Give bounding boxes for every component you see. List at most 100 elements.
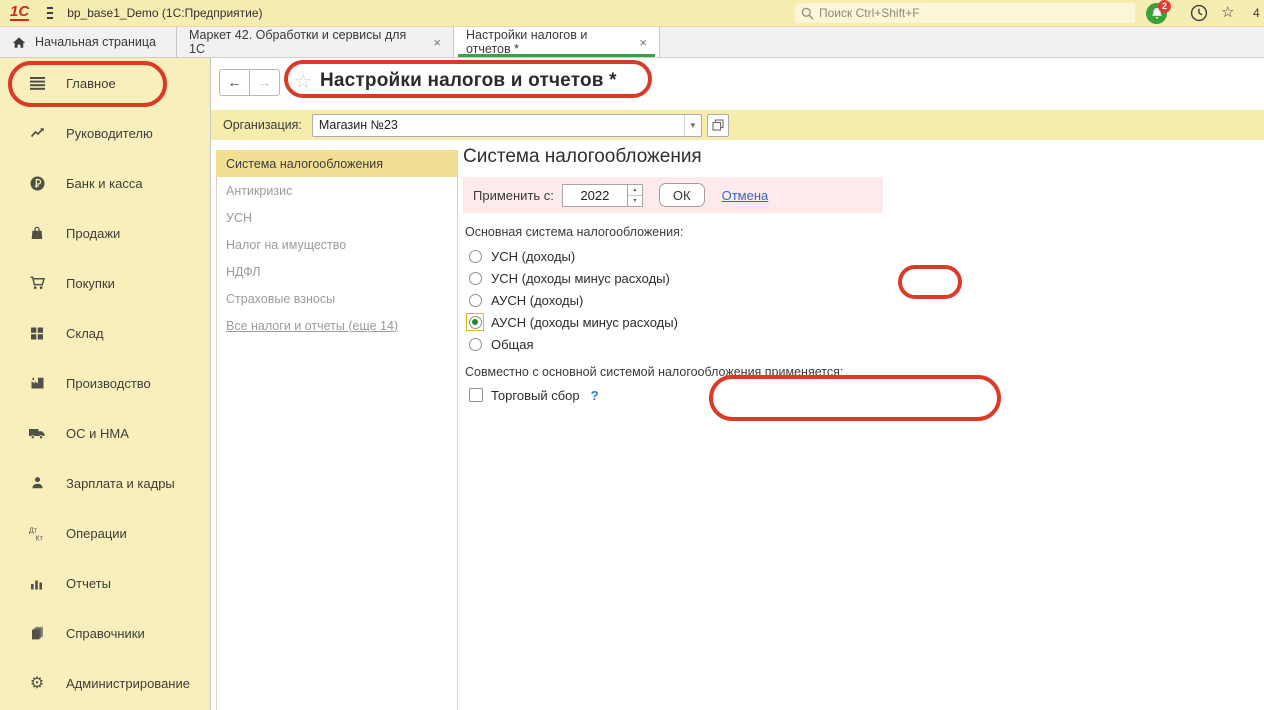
ruble-icon xyxy=(26,175,48,192)
radio-ausn-dokhody[interactable]: АУСН (доходы) xyxy=(463,289,1264,311)
back-button[interactable]: ← xyxy=(219,69,250,96)
joint-system-label: Совместно с основной системой налогообло… xyxy=(465,365,1264,382)
open-in-window-icon xyxy=(712,119,724,131)
person-icon xyxy=(26,475,48,491)
sidebar-item-spravochniki[interactable]: Справочники xyxy=(0,608,210,658)
radio-icon xyxy=(469,338,482,351)
sidebar-item-bank-i-kassa[interactable]: Банк и касса xyxy=(0,158,210,208)
trade-fee-row: Торговый сбор ? xyxy=(463,386,1264,404)
factory-icon xyxy=(26,375,48,391)
sidebar-item-os-i-nma[interactable]: ОС и НМА xyxy=(0,408,210,458)
sidebar-item-rukovoditelyu[interactable]: Руководителю xyxy=(0,108,210,158)
organization-value: Магазин №23 xyxy=(313,118,684,132)
list-item-ndfl[interactable]: НДФЛ xyxy=(216,258,457,285)
clock-icon xyxy=(1190,4,1208,22)
cancel-link[interactable]: Отмена xyxy=(722,188,769,203)
gear-icon: ⚙ xyxy=(26,673,48,693)
home-icon xyxy=(12,36,26,49)
organization-open-button[interactable] xyxy=(707,114,729,137)
radio-obshchaya[interactable]: Общая xyxy=(463,333,1264,355)
spin-down-icon[interactable]: ▾ xyxy=(628,196,642,206)
all-taxes-link[interactable]: Все налоги и отчеты (еще 14) xyxy=(216,312,457,339)
panel-right-divider xyxy=(457,150,458,710)
tab-market-label: Маркет 42. Обработки и сервисы для 1С xyxy=(189,28,424,56)
help-question-icon[interactable]: ? xyxy=(591,388,599,403)
svg-text:Кт: Кт xyxy=(35,535,43,542)
sidebar-item-sklad[interactable]: Склад xyxy=(0,308,210,358)
tab-tax-settings[interactable]: Настройки налогов и отчетов * × xyxy=(454,27,660,57)
titlebar-clipped-text: 4 xyxy=(1253,6,1260,20)
radio-icon xyxy=(469,272,482,285)
tax-system-radio-group: УСН (доходы) УСН (доходы минус расходы) … xyxy=(463,245,1264,355)
1c-application-window: 1С bp_base1_Demo (1С:Предприятие) Поиск … xyxy=(0,0,1264,710)
window-title: bp_base1_Demo (1С:Предприятие) xyxy=(67,6,262,20)
menu-icon xyxy=(26,82,48,84)
active-tab-underline xyxy=(458,54,655,57)
sidebar-item-zarplata-i-kadry[interactable]: Зарплата и кадры xyxy=(0,458,210,508)
tab-tax-settings-label: Настройки налогов и отчетов * xyxy=(466,28,630,56)
list-item-nalog-na-imushchestvo[interactable]: Налог на имущество xyxy=(216,231,457,258)
tab-home[interactable]: Начальная страница xyxy=(0,27,177,57)
tax-system-panel: Система налогообложения Применить с: 202… xyxy=(463,144,1264,404)
sidebar-item-otchety[interactable]: Отчеты xyxy=(0,558,210,608)
close-tab-icon[interactable]: × xyxy=(433,35,441,50)
radio-icon xyxy=(469,250,482,263)
organization-combobox[interactable]: Магазин №23 ▾ xyxy=(312,114,702,137)
cart-icon xyxy=(26,275,48,291)
1c-logo: 1С xyxy=(10,5,29,21)
ok-button[interactable]: ОК xyxy=(659,183,705,207)
history-button[interactable] xyxy=(1190,4,1208,22)
radio-usn-dokhody[interactable]: УСН (доходы) xyxy=(463,245,1264,267)
form-navigation-row: ← → ☆ Настройки налогов и отчетов * xyxy=(211,58,1264,104)
close-tab-icon[interactable]: × xyxy=(639,35,647,50)
sidebar-item-operacii[interactable]: Дт Кт Операции xyxy=(0,508,210,558)
bar-chart-icon xyxy=(26,576,48,591)
search-icon xyxy=(801,7,814,20)
list-item-strakhovye-vznosy[interactable]: Страховые взносы xyxy=(216,285,457,312)
main-menu-button[interactable] xyxy=(29,4,53,22)
grid-icon xyxy=(26,325,48,341)
add-to-favorites-star-icon[interactable]: ☆ xyxy=(294,69,312,94)
list-item-sistema-nalogooblozheniya[interactable]: Система налогообложения xyxy=(216,150,457,177)
list-item-antikrizis[interactable]: Антикризис xyxy=(216,177,457,204)
svg-text:Дт: Дт xyxy=(29,527,38,534)
apply-from-label: Применить с: xyxy=(473,188,554,203)
year-spinner[interactable]: ▴ ▾ xyxy=(628,184,643,207)
global-search-input[interactable]: Поиск Ctrl+Shift+F xyxy=(795,3,1135,23)
organization-strip: Организация: Магазин №23 ▾ xyxy=(211,110,1264,140)
main-system-label: Основная система налогообложения: xyxy=(465,225,1264,242)
debit-credit-icon: Дт Кт xyxy=(26,525,48,542)
sidebar-item-prodazhi[interactable]: Продажи xyxy=(0,208,210,258)
window-titlebar: 1С bp_base1_Demo (1С:Предприятие) Поиск … xyxy=(0,0,1264,27)
sidebar-item-glavnoe[interactable]: Главное xyxy=(0,58,210,108)
radio-ausn-dokhody-minus-raskhody[interactable]: АУСН (доходы минус расходы) xyxy=(463,311,1264,333)
radio-usn-dokhody-minus-raskhody[interactable]: УСН (доходы минус расходы) xyxy=(463,267,1264,289)
sidebar-item-administrirovanie[interactable]: ⚙ Администрирование xyxy=(0,658,210,708)
apply-year-input[interactable]: 2022 xyxy=(562,184,628,207)
tab-market[interactable]: Маркет 42. Обработки и сервисы для 1С × xyxy=(177,27,454,57)
truck-icon xyxy=(26,426,48,441)
tax-sections-list: Система налогообложения Антикризис УСН Н… xyxy=(216,150,457,339)
forward-button[interactable]: → xyxy=(249,69,280,96)
hamburger-icon xyxy=(47,7,53,9)
history-nav-buttons: ← → xyxy=(219,69,280,96)
search-placeholder: Поиск Ctrl+Shift+F xyxy=(819,6,920,20)
organization-label: Организация: xyxy=(223,118,302,132)
tax-settings-window: ← → ☆ Настройки налогов и отчетов * Орга… xyxy=(210,58,1264,710)
sidebar-item-proizvodstvo[interactable]: Производство xyxy=(0,358,210,408)
sidebar-item-pokupki[interactable]: Покупки xyxy=(0,258,210,308)
sections-sidebar: Главное Руководителю Банк и касса Продаж… xyxy=(0,58,210,710)
chevron-down-icon[interactable]: ▾ xyxy=(684,115,701,136)
radio-icon xyxy=(469,294,482,307)
notification-badge: 2 xyxy=(1158,0,1171,13)
trade-fee-checkbox[interactable] xyxy=(469,388,483,402)
trend-icon xyxy=(26,125,48,141)
page-title: Настройки налогов и отчетов * xyxy=(320,70,617,92)
tab-home-label: Начальная страница xyxy=(35,35,156,49)
books-icon xyxy=(26,625,48,641)
spin-up-icon[interactable]: ▴ xyxy=(628,185,642,196)
list-item-usn[interactable]: УСН xyxy=(216,204,457,231)
favorites-button[interactable]: ☆ xyxy=(1221,3,1234,21)
radio-selected-icon xyxy=(469,316,482,329)
open-windows-tabbar: Начальная страница Маркет 42. Обработки … xyxy=(0,27,1264,58)
